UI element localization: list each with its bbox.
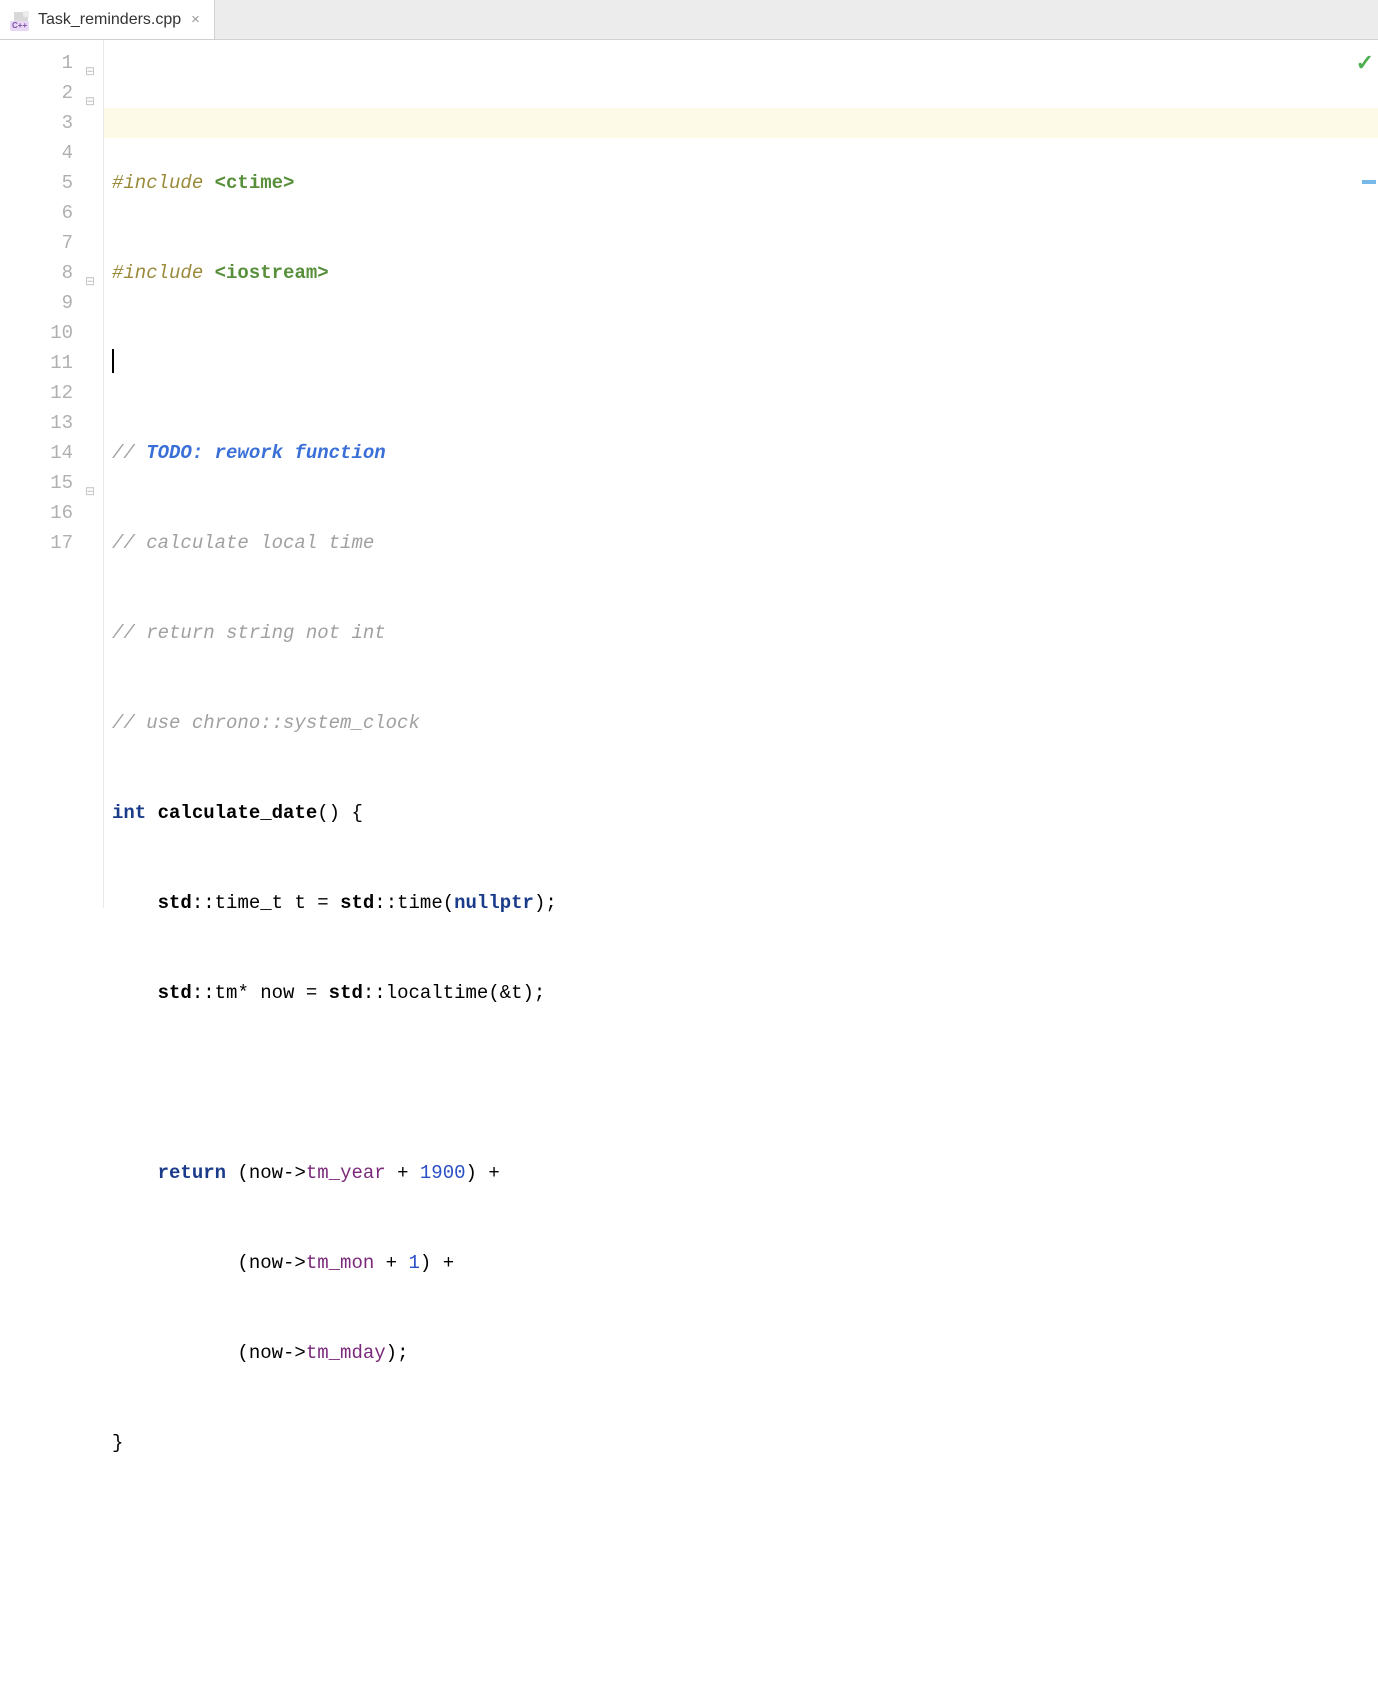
tab-bar: C++ Task_reminders.cpp × <box>0 0 1378 40</box>
info-marker[interactable] <box>1362 180 1376 184</box>
code-line[interactable] <box>112 1068 1378 1098</box>
line-number[interactable]: 13 <box>0 408 73 438</box>
code-line[interactable] <box>112 1518 1378 1548</box>
code-editor[interactable]: #include <ctime> #include <iostream> // … <box>104 40 1378 908</box>
fold-icon[interactable]: ⊟ <box>83 57 95 69</box>
line-number[interactable]: 7 <box>0 228 73 258</box>
line-number[interactable]: 5 <box>0 168 73 198</box>
line-gutter[interactable]: 1⊟ 2⊟ 3 4 5 6 7 8⊟ 9 10 11 12 13 14 15⊟ … <box>0 40 104 908</box>
code-line[interactable]: std::tm* now = std::localtime(&t); <box>112 978 1378 1008</box>
code-line[interactable]: // TODO: rework function <box>112 438 1378 468</box>
fold-icon[interactable]: ⊟ <box>83 477 95 489</box>
code-line[interactable]: std::time_t t = std::time(nullptr); <box>112 888 1378 918</box>
line-number[interactable]: 3 <box>0 108 73 138</box>
line-number[interactable]: 10 <box>0 318 73 348</box>
line-number[interactable]: 4 <box>0 138 73 168</box>
code-line[interactable] <box>112 348 1378 378</box>
tab-filename: Task_reminders.cpp <box>38 11 181 29</box>
line-number[interactable]: 8⊟ <box>0 258 73 288</box>
editor: 1⊟ 2⊟ 3 4 5 6 7 8⊟ 9 10 11 12 13 14 15⊟ … <box>0 40 1378 908</box>
line-number[interactable]: 9 <box>0 288 73 318</box>
fold-icon[interactable]: ⊟ <box>83 267 95 279</box>
code-line[interactable]: // calculate local time <box>112 528 1378 558</box>
tab-file[interactable]: C++ Task_reminders.cpp × <box>0 0 215 39</box>
cpp-file-icon: C++ <box>12 11 30 29</box>
inspection-gutter[interactable]: ✓ <box>1360 40 1378 908</box>
code-line[interactable]: #include <ctime> <box>112 168 1378 198</box>
line-number[interactable]: 14 <box>0 438 73 468</box>
code-line[interactable]: // use chrono::system_clock <box>112 708 1378 738</box>
check-icon[interactable]: ✓ <box>1356 50 1374 76</box>
line-number[interactable]: 2⊟ <box>0 78 73 108</box>
code-line[interactable]: // return string not int <box>112 618 1378 648</box>
line-number[interactable]: 12 <box>0 378 73 408</box>
current-line-highlight <box>104 108 1378 138</box>
fold-icon[interactable]: ⊟ <box>83 87 95 99</box>
code-line[interactable] <box>112 1608 1378 1638</box>
code-line[interactable]: (now->tm_mon + 1) + <box>112 1248 1378 1278</box>
code-line[interactable]: return (now->tm_year + 1900) + <box>112 1158 1378 1188</box>
text-cursor <box>112 349 114 373</box>
line-number[interactable]: 17 <box>0 528 73 558</box>
close-icon[interactable]: × <box>189 9 202 30</box>
code-line[interactable]: } <box>112 1428 1378 1458</box>
line-number[interactable]: 6 <box>0 198 73 228</box>
code-line[interactable]: #include <iostream> <box>112 258 1378 288</box>
line-number[interactable]: 11 <box>0 348 73 378</box>
code-line[interactable]: (now->tm_mday); <box>112 1338 1378 1368</box>
code-line[interactable]: int calculate_date() { <box>112 798 1378 828</box>
line-number[interactable]: 15⊟ <box>0 468 73 498</box>
line-number[interactable]: 1⊟ <box>0 48 73 78</box>
line-number[interactable]: 16 <box>0 498 73 528</box>
